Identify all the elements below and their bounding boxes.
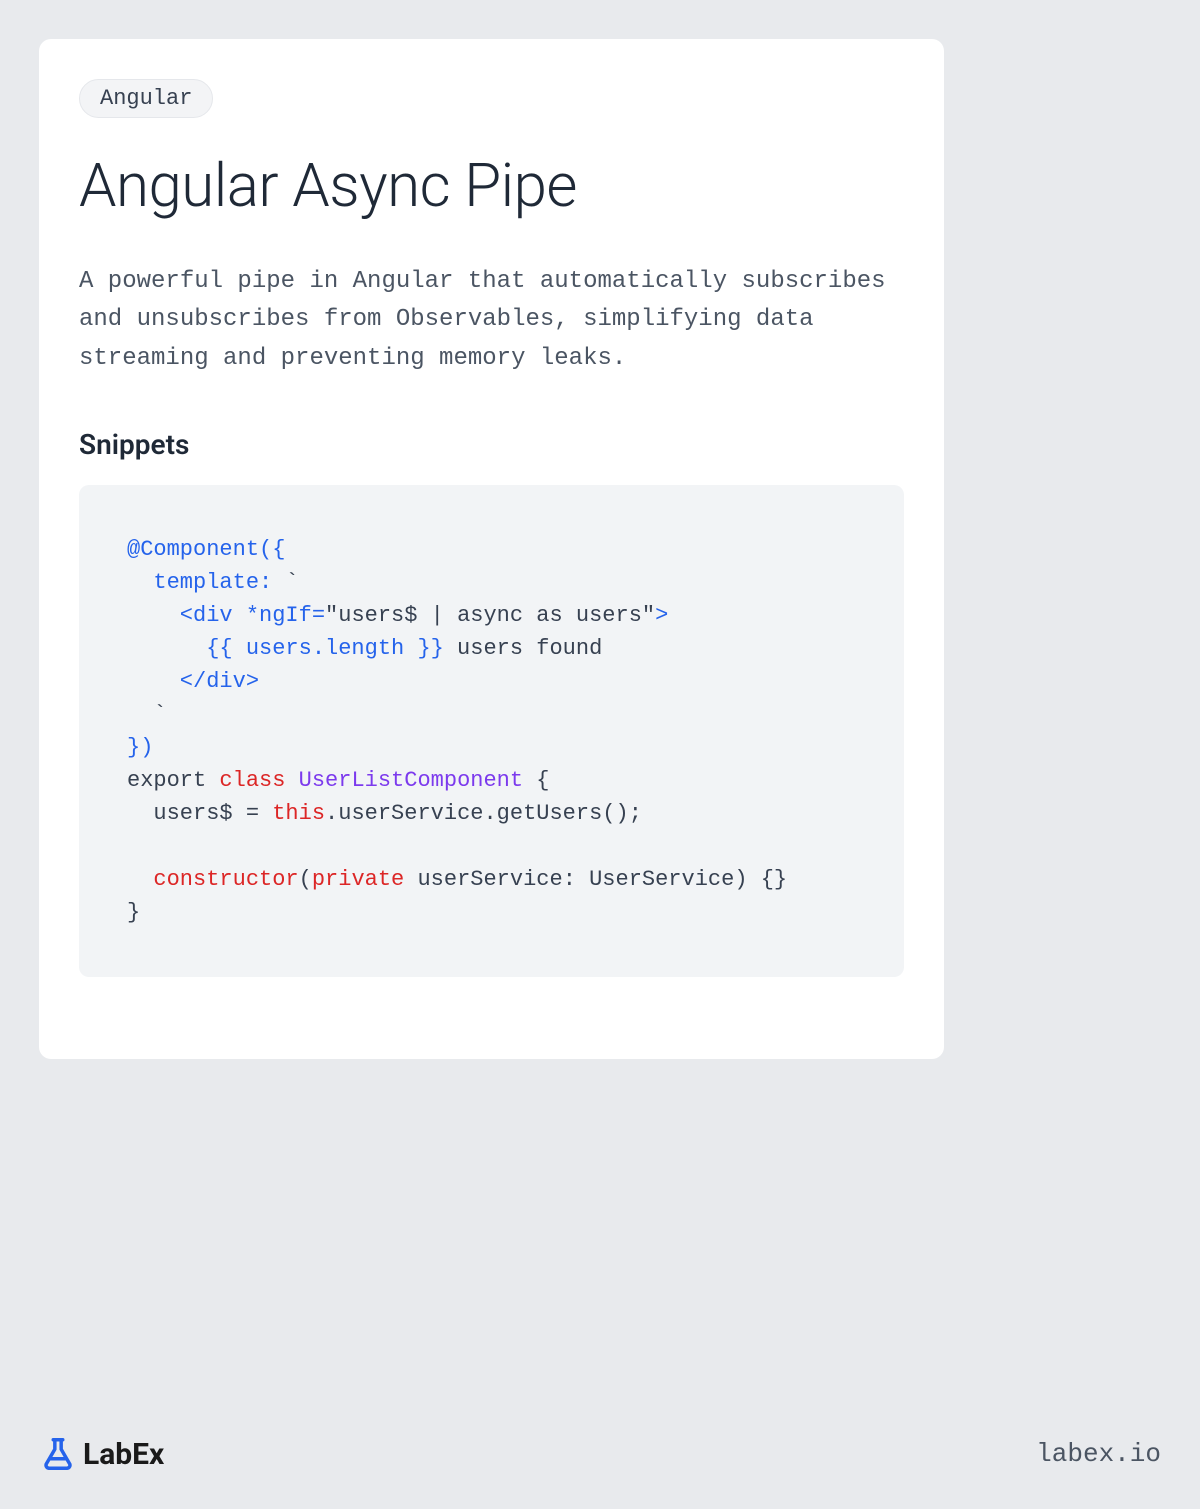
code-token: constructor	[153, 867, 298, 892]
code-token: "users$ | async as users"	[325, 603, 655, 628]
category-tag: Angular	[79, 79, 213, 118]
code-token: this	[272, 801, 325, 826]
code-token: userService: UserService) {}	[404, 867, 787, 892]
code-token: }	[127, 900, 140, 925]
code-token: >	[655, 603, 668, 628]
flask-icon	[39, 1435, 77, 1473]
brand-logo: LabEx	[39, 1435, 164, 1473]
brand-name: LabEx	[83, 1437, 164, 1472]
description-text: A powerful pipe in Angular that automati…	[79, 263, 904, 378]
code-token: })	[127, 735, 153, 760]
code-token: {	[523, 768, 549, 793]
code-token: @Component	[127, 537, 259, 562]
page-title: Angular Async Pipe	[79, 150, 904, 221]
domain-text: labex.io	[1036, 1439, 1161, 1469]
code-token: export	[127, 768, 219, 793]
code-token: users$ =	[127, 801, 272, 826]
code-token: `	[285, 570, 298, 595]
footer: LabEx labex.io	[39, 1435, 1161, 1473]
snippets-heading: Snippets	[79, 428, 904, 461]
content-card: Angular Angular Async Pipe A powerful pi…	[39, 39, 944, 1059]
code-token: <div *ngIf=	[127, 603, 325, 628]
code-token: (	[299, 867, 312, 892]
code-token: UserListComponent	[299, 768, 523, 793]
code-token: private	[312, 867, 404, 892]
code-token: template:	[127, 570, 285, 595]
code-token	[127, 867, 153, 892]
code-token: </div>	[127, 669, 259, 694]
code-token: `	[127, 702, 167, 727]
code-token: ({	[259, 537, 285, 562]
code-snippet: @Component({ template: ` <div *ngIf="use…	[79, 485, 904, 977]
code-token: .userService.getUsers();	[325, 801, 642, 826]
code-token: users found	[444, 636, 602, 661]
code-token: {{ users.length }}	[127, 636, 444, 661]
code-token	[285, 768, 298, 793]
code-token: class	[219, 768, 285, 793]
